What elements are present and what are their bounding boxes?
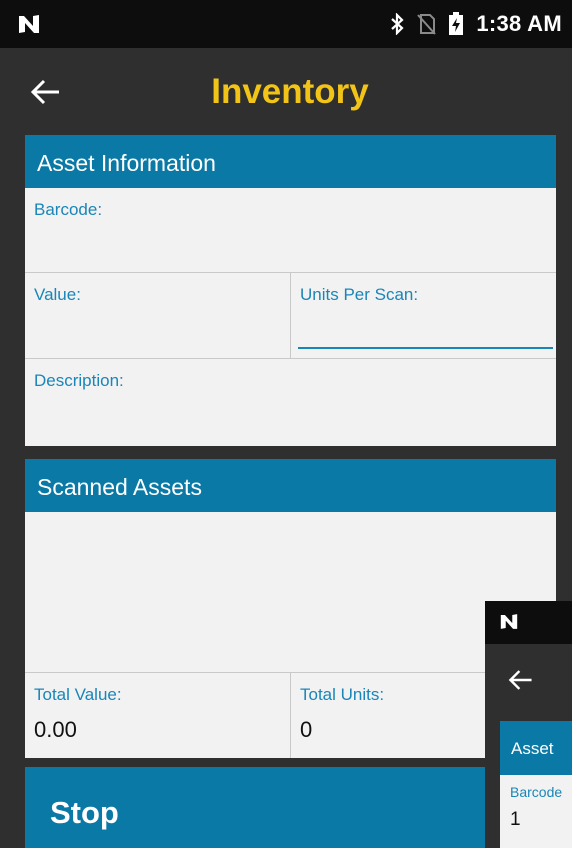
- page-title: Inventory: [211, 72, 369, 111]
- overlay-status-bar: [485, 601, 572, 644]
- barcode-label: Barcode:: [34, 200, 103, 219]
- total-units-label: Total Units:: [300, 685, 385, 704]
- overlay-barcode-value: 1: [510, 809, 521, 830]
- scanned-assets-list[interactable]: [25, 512, 556, 673]
- value-field[interactable]: Value:: [25, 273, 291, 359]
- description-label: Description:: [34, 371, 124, 390]
- status-icons: 1:38 AM: [390, 11, 562, 36]
- app-bar: Inventory: [0, 48, 572, 134]
- units-per-scan-underline: [298, 347, 553, 349]
- asset-information-header: Asset Information: [25, 135, 556, 188]
- value-label: Value:: [34, 285, 81, 304]
- back-arrow-icon[interactable]: [508, 667, 534, 693]
- no-sim-icon: [417, 14, 437, 35]
- stop-button[interactable]: Stop: [25, 767, 556, 848]
- overlay-barcode-label: Barcode: [510, 784, 563, 800]
- total-value: 0.00: [34, 717, 77, 742]
- battery-charging-icon: [449, 12, 464, 35]
- scanned-assets-card: Scanned Assets Total Value: 0.00 Total U…: [25, 459, 556, 758]
- overlay-asset-header: Asset: [500, 721, 572, 775]
- units-per-scan-label: Units Per Scan:: [300, 285, 419, 304]
- bluetooth-icon: [391, 13, 404, 35]
- clock: 1:38 AM: [476, 11, 562, 36]
- total-value-label: Total Value:: [34, 685, 122, 704]
- back-arrow-icon[interactable]: [30, 76, 62, 108]
- notification-n-icon: [500, 614, 518, 629]
- units-per-scan-input[interactable]: Units Per Scan:: [291, 273, 556, 359]
- asset-information-card: Asset Information Barcode: Value: Units …: [25, 135, 556, 446]
- overlay-asset-card: Asset Barcode 1: [500, 721, 572, 848]
- overlay-preview-window: Asset Barcode 1: [485, 601, 572, 848]
- total-value-field: Total Value: 0.00: [25, 673, 291, 758]
- total-units: 0: [300, 717, 313, 742]
- barcode-field[interactable]: Barcode:: [25, 188, 556, 273]
- status-bar: 1:38 AM: [0, 0, 572, 48]
- notification-n-icon: [19, 15, 39, 33]
- description-field[interactable]: Description:: [25, 359, 556, 446]
- scanned-assets-header: Scanned Assets: [25, 459, 556, 512]
